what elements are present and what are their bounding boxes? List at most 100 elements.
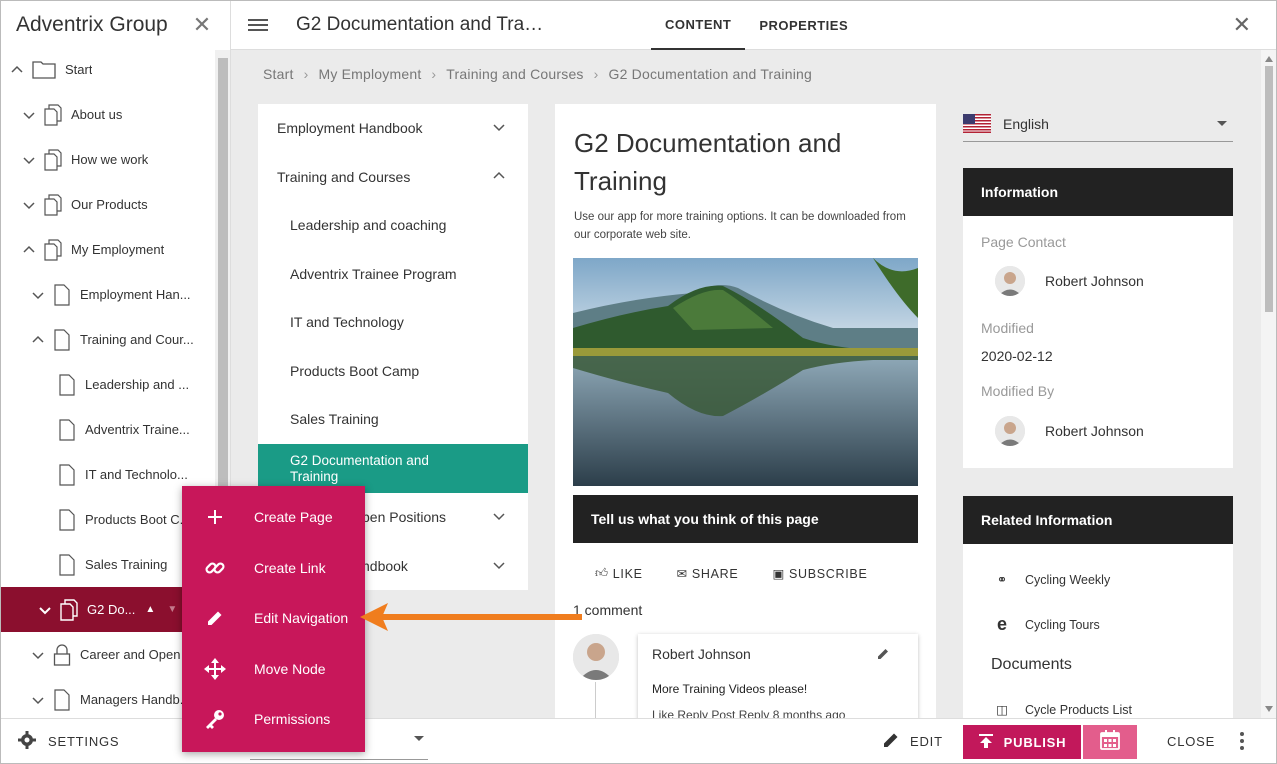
breadcrumb-item[interactable]: Start bbox=[263, 66, 294, 82]
related-link-cycling-weekly[interactable]: ⚭ Cycling Weekly bbox=[993, 572, 1110, 588]
tree-item-start[interactable]: Start bbox=[10, 47, 92, 92]
related-link-cycling-tours[interactable]: e Cycling Tours bbox=[993, 614, 1100, 635]
schedule-publish-button[interactable] bbox=[1083, 725, 1137, 759]
close-icon[interactable]: ✕ bbox=[1233, 12, 1251, 38]
link-icon: ⚭ bbox=[996, 573, 1008, 587]
tree-item-employment-handbook[interactable]: Employment Han... bbox=[31, 272, 191, 317]
chevron-down-icon[interactable] bbox=[492, 120, 506, 137]
related-link-label: Cycling Tours bbox=[1025, 617, 1100, 632]
upload-icon bbox=[978, 733, 994, 752]
caret-up-icon[interactable]: ▲ bbox=[145, 604, 155, 615]
content-scrollbar[interactable] bbox=[1261, 50, 1277, 718]
annotation-arrow bbox=[360, 603, 582, 631]
chevron-down-icon[interactable] bbox=[22, 108, 36, 122]
page-icon bbox=[58, 508, 76, 531]
chevron-down-icon[interactable] bbox=[38, 603, 52, 617]
tab-content[interactable]: CONTENT bbox=[651, 0, 746, 50]
subnav-item-employment-handbook[interactable]: Employment Handbook bbox=[258, 104, 528, 152]
modified-by[interactable]: Robert Johnson bbox=[995, 416, 1144, 446]
tree-item-our-products[interactable]: Our Products bbox=[22, 182, 148, 227]
breadcrumb-separator: › bbox=[431, 66, 437, 82]
subnav-label: Products Boot Camp bbox=[290, 363, 420, 379]
breadcrumb-item-current: G2 Documentation and Training bbox=[608, 66, 812, 82]
share-button[interactable]: ✉ SHARE bbox=[677, 566, 739, 582]
pages-icon bbox=[60, 598, 78, 621]
tree-item-how-we-work[interactable]: How we work bbox=[22, 137, 148, 182]
chevron-down-icon[interactable] bbox=[31, 693, 45, 707]
chevron-down-icon[interactable] bbox=[31, 648, 45, 662]
tree-item-products-boot-camp[interactable]: Products Boot C... bbox=[58, 497, 191, 542]
caret-down-icon[interactable]: ▼ bbox=[167, 604, 177, 615]
chevron-down-icon[interactable] bbox=[31, 288, 45, 302]
breadcrumb-separator: › bbox=[303, 66, 309, 82]
publish-label: PUBLISH bbox=[1003, 734, 1067, 750]
page-icon bbox=[53, 328, 71, 351]
scrollbar-thumb[interactable] bbox=[1265, 66, 1273, 312]
chevron-down-icon[interactable] bbox=[22, 153, 36, 167]
tab-properties[interactable]: PROPERTIES bbox=[745, 0, 862, 50]
tree-item-it-technology[interactable]: IT and Technolo... bbox=[58, 452, 188, 497]
document-cycle-products[interactable]: ◫ Cycle Products List bbox=[993, 702, 1132, 718]
scroll-up-icon[interactable] bbox=[1265, 56, 1273, 62]
comment-count: 1 comment bbox=[573, 602, 643, 618]
subnav-item-sales-training[interactable]: Sales Training bbox=[258, 395, 528, 443]
plus-icon bbox=[202, 509, 228, 525]
chevron-up-icon[interactable] bbox=[31, 333, 45, 347]
close-button[interactable]: CLOSE bbox=[1167, 734, 1215, 749]
menu-item-label: Create Link bbox=[254, 560, 326, 576]
related-information-card: Related Information ⚭ Cycling Weekly e C… bbox=[963, 496, 1233, 718]
publish-button[interactable]: PUBLISH bbox=[963, 725, 1081, 759]
like-button[interactable]: 👍︎ LIKE bbox=[595, 566, 643, 581]
language-select[interactable]: English bbox=[963, 106, 1233, 142]
page-contact[interactable]: Robert Johnson bbox=[995, 266, 1144, 296]
comment-thread-line bbox=[595, 682, 596, 718]
subnav-item-products-boot-camp[interactable]: Products Boot Camp bbox=[258, 347, 528, 395]
subnav-item-leadership[interactable]: Leadership and coaching bbox=[258, 201, 528, 249]
tree-item-label: Employment Han... bbox=[80, 287, 191, 302]
edit-button[interactable]: EDIT bbox=[882, 731, 943, 752]
chevron-down-icon[interactable] bbox=[492, 509, 506, 526]
subnav-label: Adventrix Trainee Program bbox=[290, 266, 457, 282]
menu-item-edit-navigation[interactable]: Edit Navigation bbox=[182, 593, 365, 643]
top-bar: G2 Documentation and Traini... CONTENT P… bbox=[231, 0, 1277, 50]
subnav-label: Sales Training bbox=[290, 411, 379, 427]
close-icon[interactable]: ✕ bbox=[190, 12, 214, 38]
pencil-icon[interactable] bbox=[876, 647, 890, 666]
more-vert-icon[interactable] bbox=[1240, 732, 1244, 753]
subscribe-button[interactable]: ▣ SUBSCRIBE bbox=[772, 566, 867, 582]
menu-item-create-link[interactable]: Create Link bbox=[182, 543, 365, 593]
chevron-down-icon[interactable] bbox=[492, 558, 506, 575]
tree-item-label: About us bbox=[71, 107, 123, 122]
subnav-item-it-technology[interactable]: IT and Technology bbox=[258, 298, 528, 346]
breadcrumb-item[interactable]: Training and Courses bbox=[446, 66, 583, 82]
settings-button[interactable]: SETTINGS bbox=[18, 731, 119, 752]
tree-item-label: How we work bbox=[71, 152, 149, 167]
chevron-down-icon[interactable] bbox=[22, 198, 36, 212]
information-heading: Information bbox=[963, 168, 1233, 216]
menu-item-create-page[interactable]: Create Page bbox=[182, 492, 365, 542]
tree-item-sales-training[interactable]: Sales Training bbox=[58, 542, 167, 587]
tree-item-managers-handbook[interactable]: Managers Handb... bbox=[31, 677, 191, 718]
menu-item-move-node[interactable]: Move Node bbox=[182, 644, 365, 694]
tree-item-career-open-positions[interactable]: Career and Open ... bbox=[31, 632, 195, 677]
breadcrumb-item[interactable]: My Employment bbox=[318, 66, 421, 82]
tree-item-my-employment[interactable]: My Employment bbox=[22, 227, 164, 272]
scroll-down-icon[interactable] bbox=[1265, 706, 1273, 712]
version-select[interactable] bbox=[250, 759, 428, 760]
tree-item-leadership[interactable]: Leadership and ... bbox=[58, 362, 189, 407]
menu-icon[interactable] bbox=[248, 16, 268, 34]
chevron-up-icon[interactable] bbox=[492, 169, 506, 186]
tree-item-training-and-courses[interactable]: Training and Cour... bbox=[31, 317, 194, 362]
subnav-item-training-and-courses[interactable]: Training and Courses bbox=[258, 153, 528, 201]
pencil-icon bbox=[202, 609, 228, 627]
tree-item-about-us[interactable]: About us bbox=[22, 92, 122, 137]
menu-item-permissions[interactable]: Permissions bbox=[182, 694, 365, 744]
breadcrumb: Start › My Employment › Training and Cou… bbox=[263, 66, 812, 82]
chevron-up-icon[interactable] bbox=[10, 63, 24, 77]
page-icon bbox=[58, 418, 76, 441]
caret-down-icon[interactable] bbox=[414, 736, 424, 741]
feedback-banner[interactable]: Tell us what you think of this page bbox=[573, 495, 918, 543]
subnav-item-trainee-program[interactable]: Adventrix Trainee Program bbox=[258, 250, 528, 298]
chevron-up-icon[interactable] bbox=[22, 243, 36, 257]
tree-item-trainee-program[interactable]: Adventrix Traine... bbox=[58, 407, 190, 452]
